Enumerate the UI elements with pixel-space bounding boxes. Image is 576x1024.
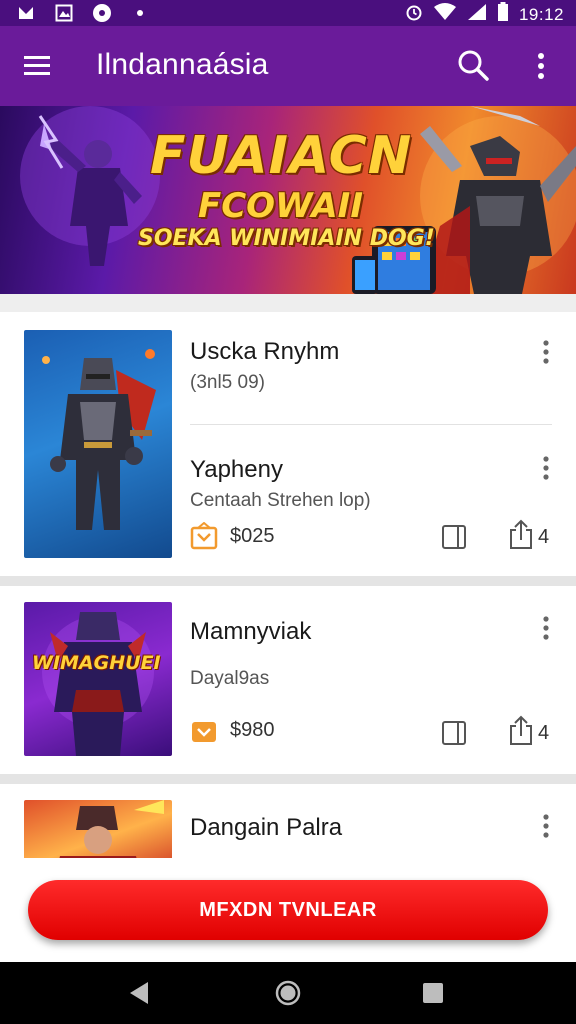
game-card[interactable]: Dangain Palra: [0, 784, 576, 858]
search-button[interactable]: [454, 46, 492, 84]
book-icon[interactable]: [440, 522, 468, 552]
price-label: $025: [230, 525, 275, 547]
wallet-icon: [192, 722, 216, 742]
item-more-icon[interactable]: [538, 454, 554, 482]
status-time: 19:12: [518, 4, 564, 24]
game-subtitle: Centaah Strehen lop): [190, 490, 371, 511]
share-count: 4: [538, 722, 550, 744]
card-separator: [0, 576, 576, 586]
hamburger-icon: [24, 56, 50, 75]
dot-notification-icon: [130, 3, 150, 23]
wifi-icon: [433, 3, 457, 26]
bottom-action-area: MFXDN TVNLEAR: [0, 858, 576, 962]
primary-cta-button[interactable]: MFXDN TVNLEAR: [28, 880, 548, 940]
battery-icon: [497, 2, 509, 27]
system-nav-bar: [0, 962, 576, 1024]
game-subtitle: Dayal9as: [190, 668, 270, 689]
more-vert-icon: [538, 53, 544, 79]
search-icon: [458, 50, 489, 81]
game-thumbnail[interactable]: WIMAGHUEI: [24, 602, 172, 756]
banner-headline: FUAIACN: [150, 126, 413, 186]
app-bar: Ilndannaásia: [0, 26, 576, 106]
status-bar: 19:12: [0, 0, 576, 26]
banner-tagline: SOEKA WINIMIAIN DOG!: [138, 226, 435, 251]
app-title: Ilndannaásia: [96, 48, 269, 81]
back-icon[interactable]: [124, 978, 154, 1008]
alarm-icon: [405, 3, 423, 26]
knight-artwork: [42, 349, 156, 530]
game-thumbnail[interactable]: [24, 800, 172, 858]
share-icon[interactable]: [508, 714, 534, 746]
share-count: 4: [538, 526, 550, 548]
game-card[interactable]: Uscka Rnyhm (3nl5 09) Yapheny Centaah St…: [0, 312, 576, 576]
signal-icon: [467, 3, 487, 26]
wallet-icon: [190, 522, 218, 550]
menu-button[interactable]: [22, 50, 56, 82]
book-icon[interactable]: [440, 718, 468, 748]
home-icon[interactable]: [273, 978, 303, 1008]
game-card[interactable]: WIMAGHUEI Mamnyviak Dayal9as $980 4: [0, 586, 576, 774]
download-notification-icon: [16, 3, 36, 23]
recents-icon[interactable]: [418, 978, 448, 1008]
share-icon[interactable]: [508, 518, 534, 550]
game-thumbnail[interactable]: [24, 330, 172, 558]
warrior-artwork: [59, 800, 164, 858]
warrior-artwork: [42, 612, 154, 756]
game-title[interactable]: Mamnyviak: [190, 618, 311, 646]
overflow-menu-button[interactable]: [528, 48, 554, 84]
item-more-icon[interactable]: [538, 812, 554, 840]
game-title[interactable]: Yapheny: [190, 456, 283, 484]
card-divider: [190, 424, 552, 425]
game-subtitle: (3nl5 09): [190, 372, 265, 393]
price-label: $980: [230, 719, 275, 741]
gallery-notification-icon: [54, 3, 74, 23]
item-more-icon[interactable]: [538, 338, 554, 366]
thumbnail-logo-text: WIMAGHUEI: [32, 652, 161, 674]
section-separator: [0, 294, 576, 312]
game-title[interactable]: Uscka Rnyhm: [190, 338, 339, 366]
record-notification-icon: [92, 3, 112, 23]
game-title[interactable]: Dangain Palra: [190, 814, 342, 842]
banner-subheadline: FCOWAII: [198, 186, 363, 226]
card-separator: [0, 774, 576, 784]
item-more-icon[interactable]: [538, 614, 554, 642]
promo-banner[interactable]: FUAIACN FCOWAII SOEKA WINIMIAIN DOG!: [0, 106, 576, 294]
